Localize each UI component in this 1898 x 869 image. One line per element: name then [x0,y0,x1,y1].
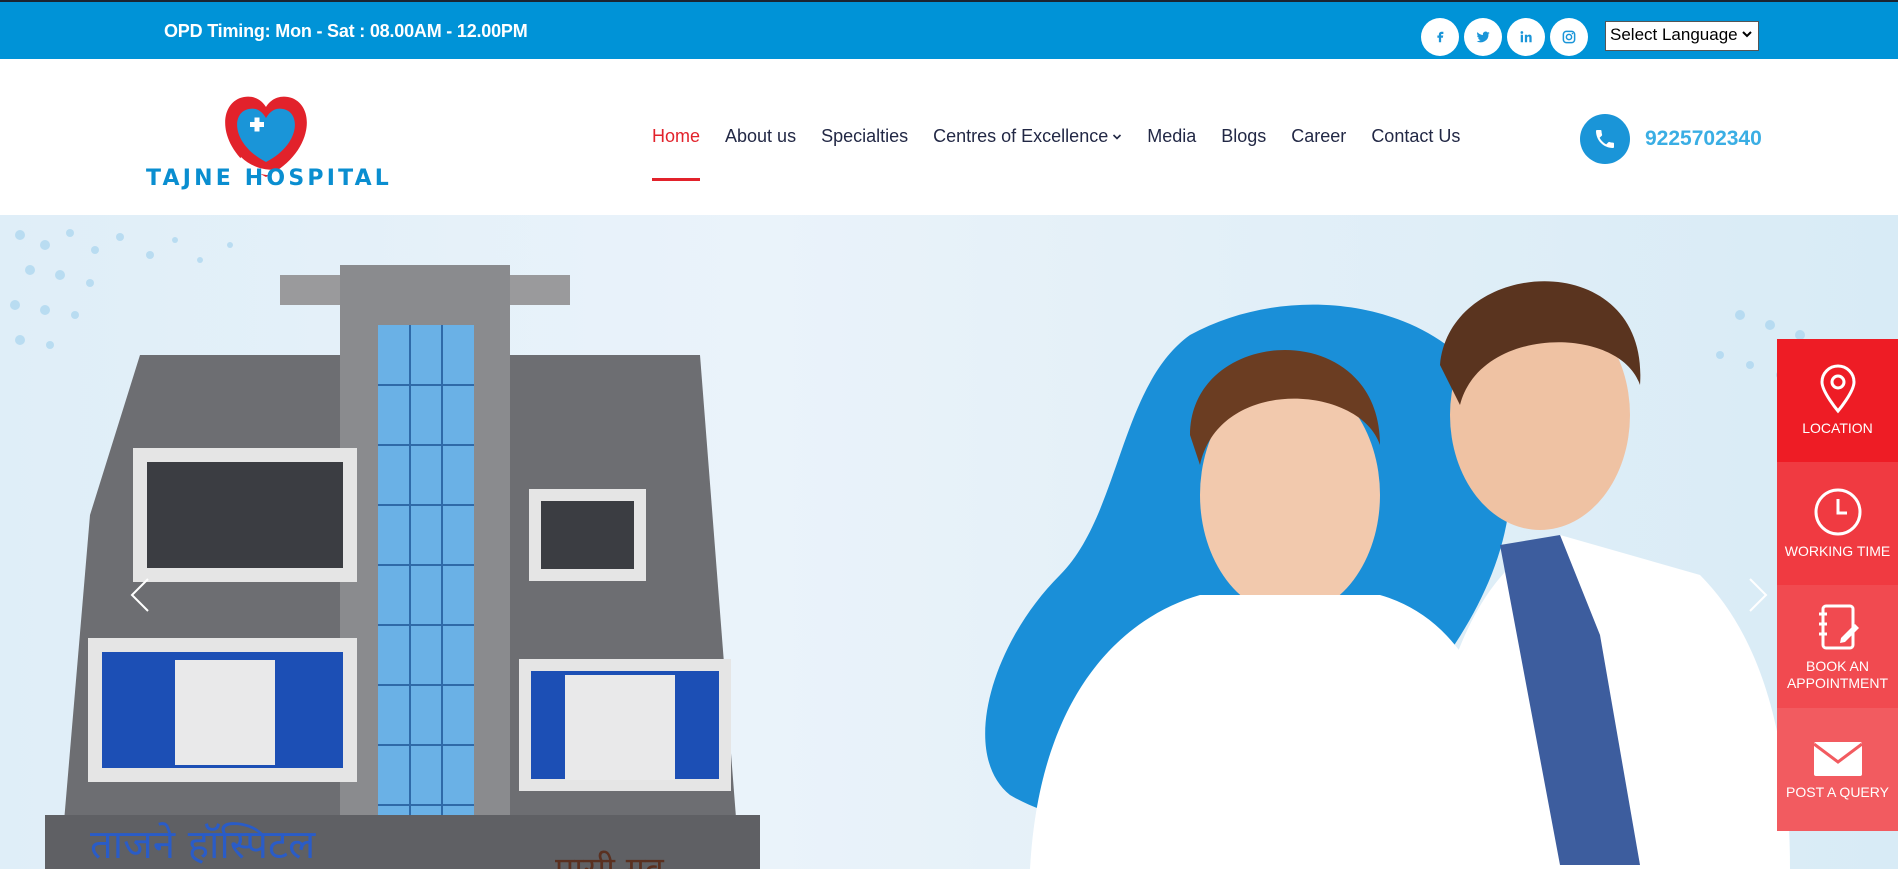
nav-contact-us-label: Contact Us [1371,126,1461,146]
hero-slider: ताजने हॉस्पिटल पासी गव [0,215,1898,869]
twitter-icon [1476,31,1490,43]
quick-actions-panel: LOCATION WORKING TIME BOOK AN APPOINTMEN… [1777,339,1898,831]
building-sign-right: पासी गव [555,845,664,869]
nav-home-label: Home [652,126,701,146]
building-sign-left: ताजने हॉस्पिटल [90,822,316,868]
book-appointment-label: BOOK AN APPOINTMENT [1786,657,1889,691]
nav-centres-label: Centres of Excellence [933,126,1109,146]
slider-next-arrow[interactable] [1746,575,1770,615]
post-query-button[interactable]: POST A QUERY [1777,708,1898,831]
linkedin-link[interactable] [1507,18,1545,56]
phone-number[interactable]: 9225702340 [1645,127,1762,151]
nav-career-label: Career [1291,126,1347,146]
nav-career[interactable]: Career [1291,126,1346,147]
nav-specialties-label: Specialties [821,126,909,146]
book-appointment-button[interactable]: BOOK AN APPOINTMENT [1777,585,1898,708]
nav-media-label: Media [1147,126,1197,146]
nav-blogs-label: Blogs [1221,126,1267,146]
language-select[interactable]: Select Language [1605,21,1759,51]
chevron-down-icon [1113,133,1122,140]
working-time-button[interactable]: WORKING TIME [1777,462,1898,585]
working-time-label: WORKING TIME [1784,543,1891,559]
location-label: LOCATION [1802,420,1873,436]
nav-home[interactable]: Home [652,126,701,181]
nav-media[interactable]: Media [1147,126,1196,147]
logo-text[interactable]: TAJNE HOSPITAL [146,166,392,191]
twitter-link[interactable] [1464,18,1502,56]
phone-icon [1596,130,1614,148]
post-query-label: POST A QUERY [1786,784,1889,800]
language-select-value: Select Language [1610,25,1738,44]
instagram-icon [1562,30,1576,44]
instagram-link[interactable] [1550,18,1588,56]
nav-specialties[interactable]: Specialties [821,126,908,147]
top-bar: OPD Timing: Mon - Sat : 08.00AM - 12.00P… [0,0,1898,59]
main-nav: Home About us Specialties Centres of Exc… [652,126,1485,181]
facebook-icon [1437,31,1444,43]
opd-timing: OPD Timing: Mon - Sat : 08.00AM - 12.00P… [164,21,528,41]
envelope-icon [1812,742,1863,776]
slider-prev-arrow[interactable] [128,575,152,615]
nav-contact-us[interactable]: Contact Us [1371,126,1460,147]
chevron-down-icon [1742,31,1752,38]
location-button[interactable]: LOCATION [1777,339,1898,462]
facebook-link[interactable] [1421,18,1459,56]
nav-about-us[interactable]: About us [725,126,796,147]
social-links [1421,18,1588,56]
nav-about-us-label: About us [725,126,797,146]
hero-image [10,229,1865,869]
nav-centres-of-excellence[interactable]: Centres of Excellence [933,126,1122,147]
clock-icon [1814,488,1861,536]
notebook-icon [1818,604,1859,649]
phone-button[interactable] [1580,114,1630,164]
linkedin-icon [1520,31,1532,43]
nav-blogs[interactable]: Blogs [1221,126,1266,147]
location-pin-icon [1819,364,1856,414]
